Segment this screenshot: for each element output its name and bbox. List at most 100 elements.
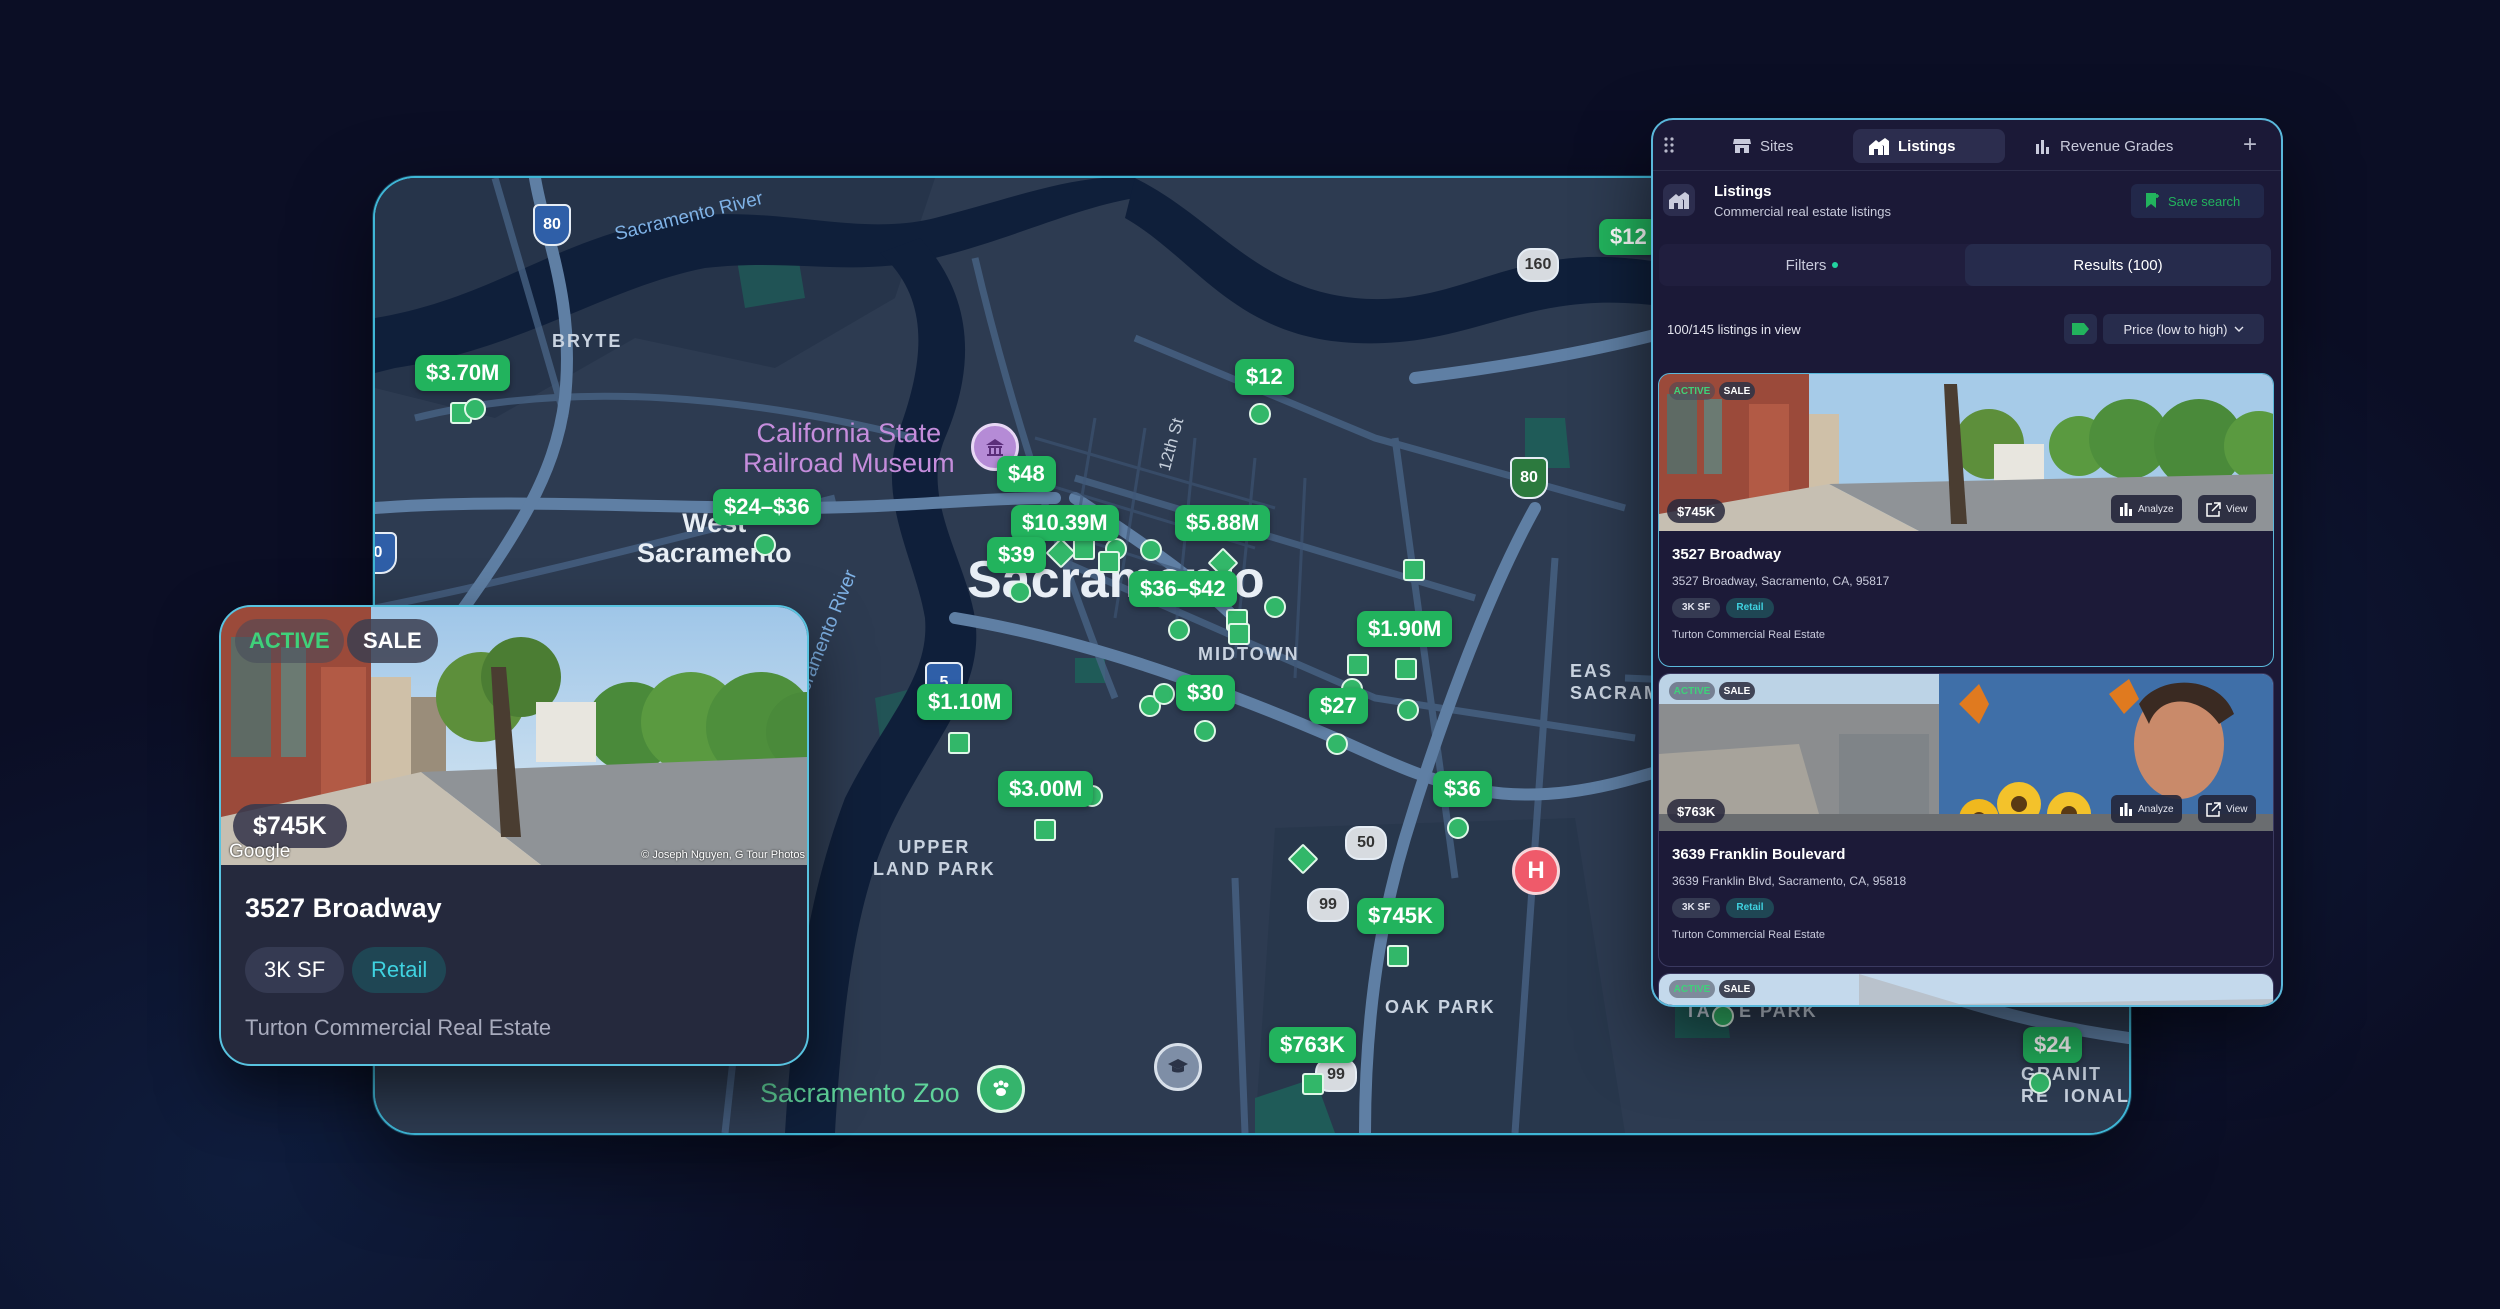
status-badge-active: ACTIVE xyxy=(235,619,344,663)
listing-photo: ACTIVE SALE $763K Analyze View xyxy=(1659,674,2273,831)
status-badge-active: ACTIVE xyxy=(1669,980,1715,998)
listing-marker[interactable] xyxy=(1034,819,1056,841)
listing-marker[interactable] xyxy=(1326,733,1348,755)
listing-marker[interactable] xyxy=(1403,559,1425,581)
school-pin-icon[interactable] xyxy=(1154,1043,1202,1091)
listing-marker[interactable] xyxy=(948,732,970,754)
results-tab[interactable]: Results (100) xyxy=(1965,244,2271,286)
listing-photo: ACTIVE SALE $745K Google © Joseph Nguyen… xyxy=(221,607,807,865)
price-tag[interactable]: $36–$42 xyxy=(1129,571,1237,607)
category-chip-retail: Retail xyxy=(1726,897,1774,918)
panel-tab-bar: Sites Listings Revenue Grades + xyxy=(1653,120,2281,170)
highway-shield-80-west: 0 xyxy=(375,532,397,574)
listing-marker[interactable] xyxy=(1073,538,1095,560)
analyze-button[interactable]: Analyze xyxy=(2111,795,2182,823)
price-tag[interactable]: $12 xyxy=(1599,219,1658,255)
results-label: Results (100) xyxy=(2073,256,2163,274)
highway-shield-99: 99 xyxy=(1307,888,1349,922)
analyze-button[interactable]: Analyze xyxy=(2111,495,2182,523)
price-tag[interactable]: $763K xyxy=(1269,1027,1356,1063)
chevron-down-icon xyxy=(2234,326,2244,332)
price-tag[interactable]: $3.70M xyxy=(415,355,511,391)
bar-chart-icon xyxy=(2120,503,2132,516)
listing-marker[interactable] xyxy=(1302,1073,1324,1095)
listing-marker[interactable] xyxy=(1098,551,1120,573)
listing-marker[interactable] xyxy=(2029,1072,2051,1094)
listing-title: 3639 Franklin Boulevard xyxy=(1672,846,1846,863)
status-badge-active: ACTIVE xyxy=(1669,382,1715,400)
size-chip: 3K SF xyxy=(1672,897,1721,918)
sort-select[interactable]: Price (low to high) xyxy=(2103,314,2264,344)
listing-marker[interactable] xyxy=(1140,539,1162,561)
price-tag[interactable]: $27 xyxy=(1309,688,1368,724)
price-tag[interactable]: $5.88M xyxy=(1175,505,1271,541)
price-tag[interactable]: $12 xyxy=(1235,359,1294,395)
bar-chart-icon xyxy=(2120,803,2132,816)
price-tag[interactable]: $10.39M xyxy=(1011,505,1119,541)
listing-marker[interactable] xyxy=(1228,623,1250,645)
status-badge-active: ACTIVE xyxy=(1669,682,1715,700)
featured-listing-card[interactable]: ACTIVE SALE $745K Google © Joseph Nguyen… xyxy=(219,605,809,1066)
listing-address: 3639 Franklin Blvd, Sacramento, CA, 9581… xyxy=(1672,874,1907,888)
price-tag[interactable]: $745K xyxy=(1357,898,1444,934)
price-tag[interactable]: $30 xyxy=(1176,675,1235,711)
view-button[interactable]: View xyxy=(2198,495,2256,523)
price-tag[interactable]: $3.00M xyxy=(998,771,1094,807)
view-label: View xyxy=(2226,503,2248,515)
save-search-label: Save search xyxy=(2168,193,2241,209)
listing-marker[interactable] xyxy=(1264,596,1286,618)
listing-marker[interactable] xyxy=(754,534,776,556)
view-button[interactable]: View xyxy=(2198,795,2256,823)
analyze-label: Analyze xyxy=(2138,503,2174,515)
listing-marker[interactable] xyxy=(1009,581,1031,603)
listing-marker[interactable] xyxy=(1447,817,1469,839)
listing-marker[interactable] xyxy=(1168,619,1190,641)
listing-card[interactable]: ACTIVE SALE $745K Analyze View 3527 Broa… xyxy=(1658,373,2274,667)
listing-marker[interactable] xyxy=(1347,654,1369,676)
price-tag[interactable]: $36 xyxy=(1433,771,1492,807)
map-toggle-button[interactable] xyxy=(2064,314,2097,344)
listing-card[interactable]: ACTIVE SALE $763K Analyze View 3639 Fran… xyxy=(1658,673,2274,967)
header-title: Listings xyxy=(1714,183,1772,200)
highway-shield-80: 80 xyxy=(533,204,571,246)
zoo-paw-icon[interactable] xyxy=(977,1065,1025,1113)
bookmark-plus-icon xyxy=(2146,193,2159,208)
tab-sites[interactable]: Sites xyxy=(1721,129,1805,163)
listing-marker[interactable] xyxy=(1712,1005,1734,1027)
price-tag[interactable]: $39 xyxy=(987,537,1046,573)
price-tag[interactable]: $48 xyxy=(997,456,1056,492)
hospital-pin-icon[interactable]: H xyxy=(1512,847,1560,895)
listing-marker[interactable] xyxy=(1397,699,1419,721)
price-tag[interactable]: $1.90M xyxy=(1357,611,1453,647)
listing-photo: ACTIVE SALE $745K Analyze View xyxy=(1659,374,2273,531)
highway-shield-80-business: 80 xyxy=(1510,457,1548,499)
area-label-midtown: MIDTOWN xyxy=(1198,644,1300,664)
type-badge-sale: SALE xyxy=(347,619,438,663)
listing-marker[interactable] xyxy=(1387,945,1409,967)
save-search-button[interactable]: Save search xyxy=(2131,184,2264,218)
price-tag[interactable]: $24–$36 xyxy=(713,489,821,525)
listings-panel: Sites Listings Revenue Grades + Listings… xyxy=(1651,118,2283,1007)
listing-marker[interactable] xyxy=(1395,658,1417,680)
filters-tab[interactable]: Filters xyxy=(1659,244,1965,286)
price-tag[interactable]: $24 xyxy=(2023,1027,2082,1063)
listing-marker[interactable] xyxy=(1153,683,1175,705)
listing-marker[interactable] xyxy=(1249,403,1271,425)
size-chip: 3K SF xyxy=(1672,597,1721,618)
bar-chart-icon xyxy=(2036,140,2049,154)
area-label-oak-park: OAK PARK xyxy=(1385,997,1496,1017)
tab-revenue-grades[interactable]: Revenue Grades xyxy=(2023,129,2185,163)
highway-shield-50: 50 xyxy=(1345,826,1387,860)
area-label-upper-land-park: UPPER LAND PARK xyxy=(873,837,996,879)
listing-marker[interactable] xyxy=(464,398,486,420)
listing-card[interactable]: ACTIVE SALE xyxy=(1658,973,2274,1005)
listing-address: 3527 Broadway, Sacramento, CA, 95817 xyxy=(1672,574,1890,588)
listing-marker[interactable] xyxy=(1194,720,1216,742)
add-tab-icon[interactable]: + xyxy=(2239,133,2261,157)
price-tag[interactable]: $1.10M xyxy=(917,684,1013,720)
poi-label-railroad-museum: California State Railroad Museum xyxy=(743,418,955,478)
broker-name: Turton Commercial Real Estate xyxy=(1672,929,1826,941)
external-link-icon xyxy=(2206,801,2221,817)
tab-listings[interactable]: Listings xyxy=(1853,129,2005,163)
drag-handle-icon[interactable] xyxy=(1663,136,1675,154)
